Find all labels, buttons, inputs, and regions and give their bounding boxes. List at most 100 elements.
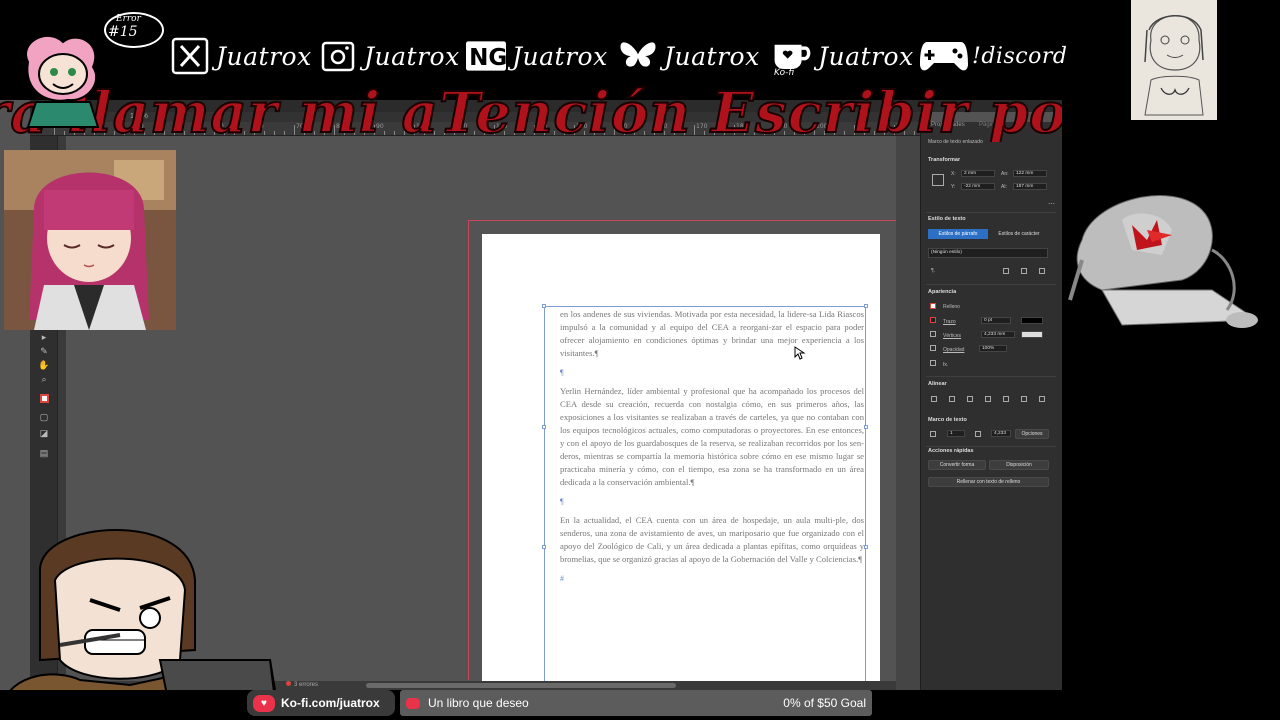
kofi-goal-widget: Un libro que deseo 0% of $50 Goal xyxy=(400,690,872,716)
frame-handle[interactable] xyxy=(864,304,868,308)
fill-stroke-swatch-icon[interactable] xyxy=(38,394,50,404)
discord-icon xyxy=(918,36,970,76)
fill-label: Relleno xyxy=(943,304,960,310)
quick-actions-header: Acciones rápidas xyxy=(928,448,974,454)
tab-paragraph-styles[interactable]: Estilos de párrafo xyxy=(928,229,988,239)
fx-label[interactable]: fx. xyxy=(943,362,948,368)
stroke-type-select[interactable] xyxy=(1021,317,1043,324)
preview-mode-icon[interactable]: ▤ xyxy=(38,448,50,458)
preflight-status[interactable]: 3 errores xyxy=(286,681,318,690)
svg-text:NG: NG xyxy=(469,45,506,71)
instagram-icon xyxy=(318,36,358,76)
columns-icon xyxy=(930,431,936,437)
tab-character-styles[interactable]: Estilos de carácter xyxy=(989,229,1049,239)
y-field[interactable]: -22 mm xyxy=(961,183,995,190)
empty-paragraph-mark: ¶ xyxy=(560,497,564,506)
fill-placeholder-text-button[interactable]: Rellenar con texto de relleno xyxy=(928,477,1049,487)
clear-overrides-icon[interactable] xyxy=(1003,268,1009,274)
height-label: Al: xyxy=(1001,184,1007,190)
newgrounds-icon: NG xyxy=(466,36,506,76)
kofi-url[interactable]: Ko-fi.com/juatrox xyxy=(281,696,380,710)
stroke-weight-field[interactable]: 0 pt xyxy=(981,317,1011,324)
kofi-cup-icon: ♥ xyxy=(253,694,275,712)
opacity-field[interactable]: 100% xyxy=(979,345,1007,352)
appearance-header: Apariencia xyxy=(928,289,957,295)
divider xyxy=(926,446,1056,447)
scrollbar-thumb[interactable] xyxy=(366,683,676,688)
hand-tool-icon[interactable]: ✋ xyxy=(38,360,50,370)
social-handle: Juatrox xyxy=(216,41,312,71)
columns-field[interactable]: 1 xyxy=(947,430,965,437)
align-bottom-icon[interactable] xyxy=(1021,396,1027,402)
divider xyxy=(926,376,1056,377)
options-button[interactable]: Opciones xyxy=(1015,429,1049,439)
frame-handle[interactable] xyxy=(864,545,868,549)
error-label: Error xyxy=(116,14,141,24)
selection-tool-icon[interactable]: ▸ xyxy=(38,332,50,342)
paragraph[interactable]: Yerlin Hernández, líder ambiental y prof… xyxy=(560,385,864,489)
social-discord[interactable]: !discord xyxy=(918,36,1067,76)
corner-shape-select[interactable] xyxy=(1021,331,1043,338)
height-field[interactable]: 187 mm xyxy=(1013,183,1047,190)
gutter-field[interactable]: 4,233 xyxy=(991,430,1011,437)
kofi-sublabel: Ko-fi xyxy=(774,68,795,78)
social-instagram[interactable]: Juatrox xyxy=(318,36,460,76)
frame-handle[interactable] xyxy=(542,545,546,549)
social-bluesky[interactable]: Juatrox xyxy=(618,36,760,76)
social-newgrounds[interactable]: NG Juatrox xyxy=(466,36,608,76)
opacity-icon xyxy=(930,345,936,351)
align-right-icon[interactable] xyxy=(967,396,973,402)
align-left-icon[interactable] xyxy=(931,396,937,402)
align-middle-icon[interactable] xyxy=(1003,396,1009,402)
properties-panel: Propiedades Páginas Marco de texto enlaz… xyxy=(920,122,1062,690)
new-style-icon[interactable] xyxy=(1021,268,1027,274)
effects-icon[interactable] xyxy=(930,360,936,366)
arrange-button[interactable]: Disposición xyxy=(989,460,1049,470)
error-count: #15 xyxy=(108,24,138,40)
align-center-h-icon[interactable] xyxy=(949,396,955,402)
apply-none-icon[interactable]: ▢ xyxy=(38,412,50,422)
width-label: An: xyxy=(1001,171,1009,177)
social-handle: Juatrox xyxy=(818,41,914,71)
convert-shape-button[interactable]: Convertir forma xyxy=(928,460,986,470)
text-cursor-icon xyxy=(794,346,806,360)
frame-handle[interactable] xyxy=(864,425,868,429)
social-x[interactable]: Juatrox xyxy=(170,36,312,76)
paragraph-style-select[interactable]: (Ningún estilo) xyxy=(928,248,1048,258)
pen-tool-icon[interactable]: ✎ xyxy=(38,346,50,356)
story-end-mark: # xyxy=(560,574,564,583)
stroke-label: Trazo xyxy=(943,319,956,325)
align-top-icon[interactable] xyxy=(985,396,991,402)
paragraph[interactable]: en los andenes de sus viviendas. Motivad… xyxy=(560,308,864,360)
fill-swatch-icon[interactable] xyxy=(930,303,936,309)
reference-point-icon[interactable] xyxy=(932,174,944,186)
stroke-swatch-icon[interactable] xyxy=(930,317,936,323)
corner-size-field[interactable]: 4,233 mm xyxy=(981,331,1015,338)
corner-icon[interactable] xyxy=(930,331,936,337)
avatar-drawing-at-desk xyxy=(1062,180,1280,340)
panel-dock-gutter xyxy=(896,136,920,690)
kofi-link-badge[interactable]: ♥ Ko-fi.com/juatrox xyxy=(247,690,395,716)
kofi-cup-icon xyxy=(406,697,420,709)
goal-progress: 0% of $50 Goal xyxy=(783,696,866,710)
body-text[interactable]: en los andenes de sus viviendas. Motivad… xyxy=(560,308,864,591)
style-options-icon[interactable] xyxy=(1039,268,1045,274)
transform-header: Transformar xyxy=(928,157,961,163)
x-field[interactable]: 2 mm xyxy=(961,170,995,177)
distribute-icon[interactable] xyxy=(1039,396,1045,402)
more-options-icon[interactable]: ⋯ xyxy=(1048,200,1055,208)
width-field[interactable]: 122 mm xyxy=(1013,170,1047,177)
y-label: Y: xyxy=(951,184,956,190)
swap-color-icon[interactable]: ◪ xyxy=(38,428,50,438)
sketch-illustration xyxy=(1131,0,1217,120)
frame-handle[interactable] xyxy=(542,304,546,308)
document-page[interactable]: en los andenes de sus viviendas. Motivad… xyxy=(482,234,880,681)
pilcrow-icon[interactable]: ¶. xyxy=(931,268,935,274)
zoom-tool-icon[interactable]: ⌕ xyxy=(38,374,50,384)
frame-handle[interactable] xyxy=(542,425,546,429)
paragraph[interactable]: En la actualidad, el CEA cuenta con un á… xyxy=(560,514,864,566)
opacity-label: Opacidad xyxy=(943,347,965,353)
bluesky-icon xyxy=(618,36,658,76)
avatar-angry-drawing xyxy=(0,510,282,720)
pencil-sketch-thumbnail xyxy=(1131,0,1217,120)
